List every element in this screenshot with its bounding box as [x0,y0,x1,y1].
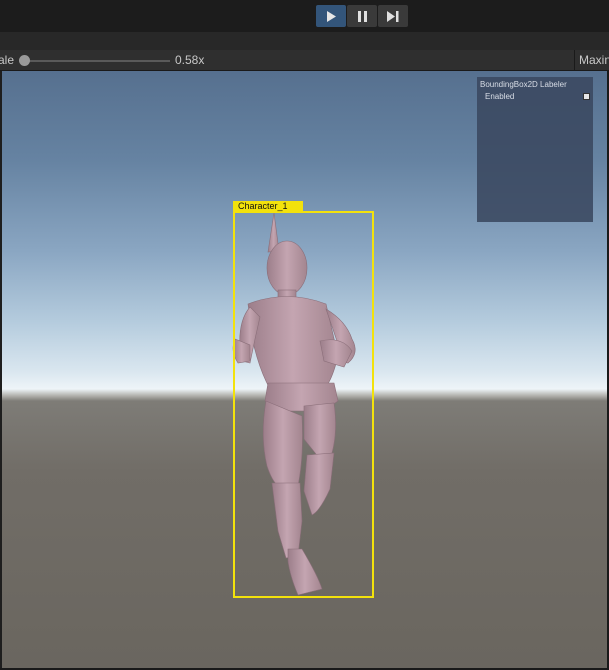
toolbar-divider [574,50,575,71]
step-forward-icon [387,10,399,22]
play-button[interactable] [316,5,346,27]
maximize-on-play-toggle[interactable]: Maxin [579,53,609,67]
step-button[interactable] [378,5,408,27]
pause-icon [357,10,367,22]
bounding-box-label: Character_1 [233,201,303,212]
game-viewport[interactable]: BoundingBox2D Labeler Enabled Character_… [2,71,607,668]
scale-slider-track[interactable] [24,60,170,62]
scale-label: ale [0,53,15,67]
scale-slider-handle[interactable] [19,55,30,66]
top-toolbar [0,0,609,32]
game-view-toolbar: ale 0.58x Maxin [0,50,609,71]
tab-strip [0,32,609,50]
pause-button[interactable] [347,5,377,27]
play-icon [327,10,336,22]
scale-value: 0.58x [175,53,205,67]
character-bounding-box [233,211,374,598]
playback-controls [316,5,408,27]
